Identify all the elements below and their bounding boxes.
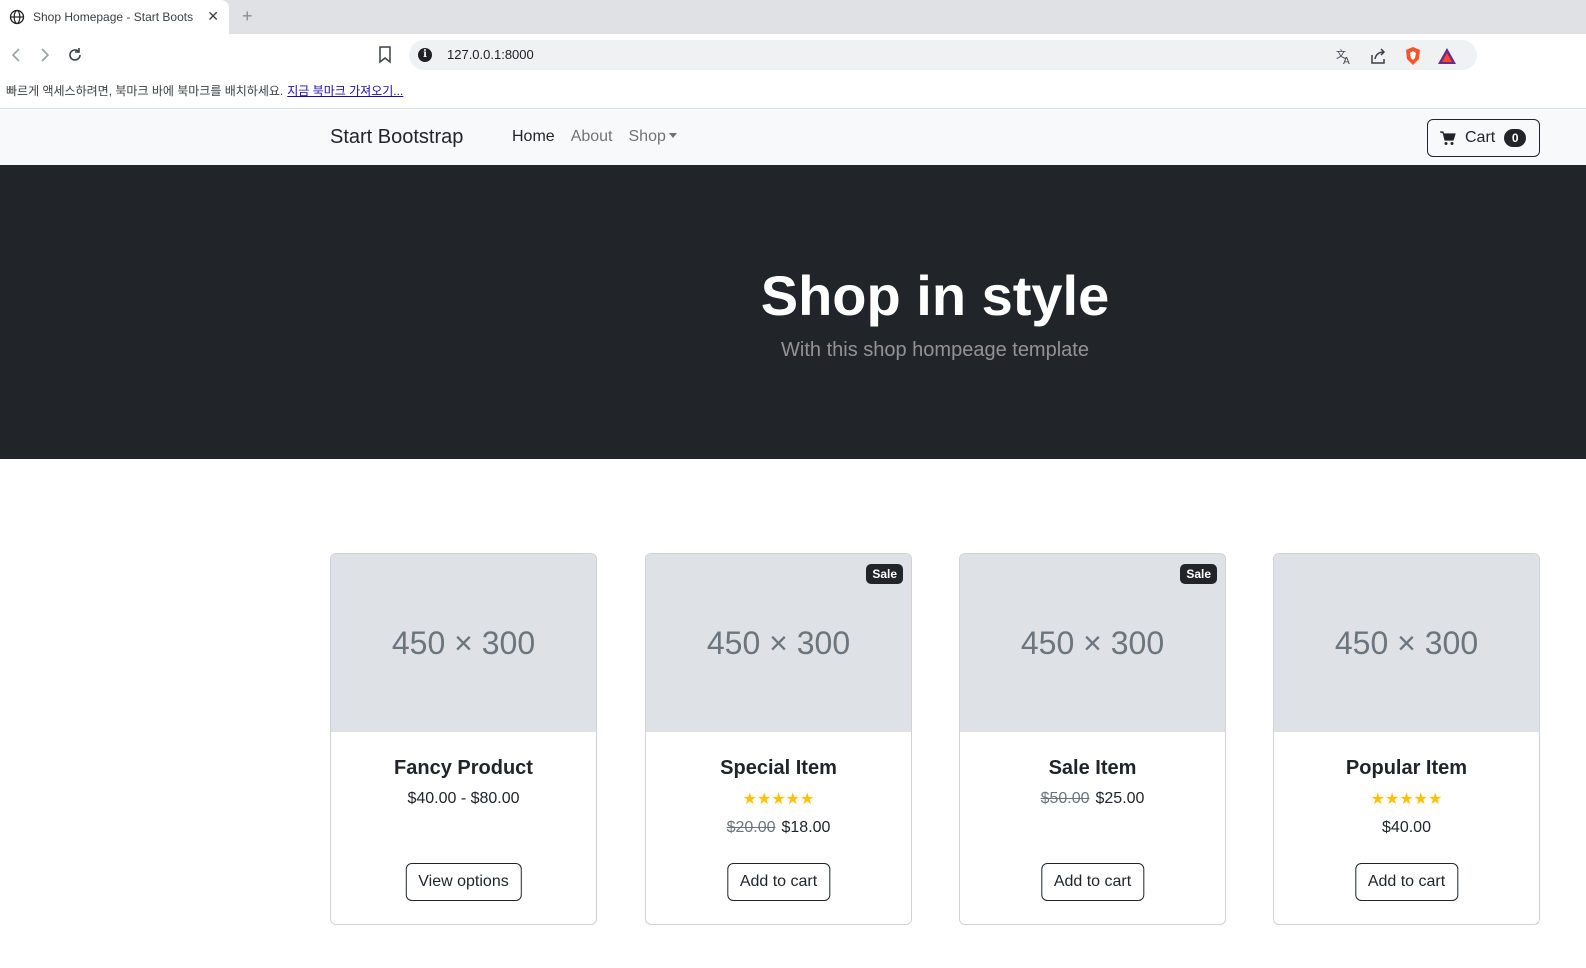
product-price: $18.00 [781, 819, 831, 836]
nav-links: Home About Shop [512, 128, 693, 146]
new-tab-icon[interactable]: + [242, 6, 253, 26]
hero-header: Shop in style With this shop hompeage te… [0, 165, 1586, 459]
site-info-icon[interactable]: i [418, 48, 432, 62]
hero-subtitle: With this shop hompeage template [781, 339, 1089, 361]
nav-link-home[interactable]: Home [512, 128, 555, 146]
navbar-brand[interactable]: Start Bootstrap [330, 126, 463, 149]
browser-toolbar: i 127.0.0.1:8000 文A [0, 34, 1586, 76]
import-bookmarks-link[interactable]: 지금 북마크 가져오기... [287, 84, 403, 98]
cart-count-badge: 0 [1504, 129, 1527, 147]
product-name: Popular Item [1345, 757, 1468, 779]
product-card: 450 × 300 Sale Sale Item $50.00 $25.00 Ad… [959, 553, 1226, 925]
cart-button[interactable]: Cart 0 [1427, 119, 1540, 157]
reload-icon[interactable] [64, 44, 86, 66]
cart-icon [1440, 130, 1456, 145]
product-card: 450 × 300 Fancy Product $40.00 - $80.00 … [330, 553, 597, 925]
view-options-button[interactable]: View options [405, 863, 522, 901]
bookmark-prompt: 빠르게 액세스하려면, 북마크 바에 북마크를 배치하세요. [6, 84, 284, 98]
brave-rewards-icon[interactable] [1437, 46, 1457, 66]
product-image-placeholder: 450 × 300 [331, 554, 596, 732]
bookmark-bar: 빠르게 액세스하려면, 북마크 바에 북마크를 배치하세요. 지금 북마크 가져오… [0, 76, 1586, 109]
hero-title: Shop in style [760, 264, 1110, 327]
product-name: Special Item [720, 757, 837, 779]
old-price: $50.00 [1040, 790, 1090, 807]
url-text[interactable]: 127.0.0.1:8000 [447, 47, 534, 62]
browser-tab[interactable]: Shop Homepage - Start Boots ✕ [0, 0, 229, 34]
translate-icon[interactable]: 文A [1334, 46, 1354, 66]
address-bar[interactable]: i 127.0.0.1:8000 [409, 40, 1477, 70]
bookmark-icon[interactable] [378, 46, 392, 69]
product-name: Sale Item [1048, 757, 1137, 779]
nav-link-shop: Shop [628, 128, 666, 145]
caret-down-icon [668, 133, 677, 138]
sale-badge: Sale [1180, 564, 1217, 584]
product-image-placeholder: 450 × 300 [1274, 554, 1539, 732]
product-card: 450 × 300 Popular Item ★★★★★ $40.00 Add … [1273, 553, 1540, 925]
tab-strip: Shop Homepage - Start Boots ✕ + [0, 0, 1586, 34]
star-rating: ★★★★★ [1370, 791, 1443, 808]
nav-dropdown-shop[interactable]: Shop [629, 128, 677, 146]
brave-shield-icon[interactable] [1403, 46, 1423, 66]
share-icon[interactable] [1368, 46, 1388, 66]
star-rating: ★★★★★ [742, 791, 815, 808]
product-price: $25.00 [1095, 790, 1145, 807]
close-icon[interactable]: ✕ [207, 8, 219, 24]
add-to-cart-button[interactable]: Add to cart [1354, 863, 1459, 901]
forward-icon[interactable] [34, 44, 56, 66]
site-navbar: Start Bootstrap Home About Shop Cart 0 [0, 110, 1586, 165]
old-price: $20.00 [726, 819, 776, 836]
add-to-cart-button[interactable]: Add to cart [726, 863, 831, 901]
nav-link-about[interactable]: About [571, 128, 613, 146]
sale-badge: Sale [866, 564, 903, 584]
globe-icon [9, 9, 25, 25]
product-price: $40.00 - $80.00 [407, 790, 520, 807]
product-name: Fancy Product [394, 757, 533, 779]
add-to-cart-button[interactable]: Add to cart [1040, 863, 1145, 901]
cart-label: Cart [1465, 129, 1496, 146]
svg-text:A: A [1343, 56, 1350, 65]
back-icon[interactable] [5, 44, 27, 66]
product-card: 450 × 300 Sale Special Item ★★★★★ $20.00… [645, 553, 912, 925]
product-price: $40.00 [1382, 819, 1431, 836]
tab-title: Shop Homepage - Start Boots [33, 10, 194, 24]
